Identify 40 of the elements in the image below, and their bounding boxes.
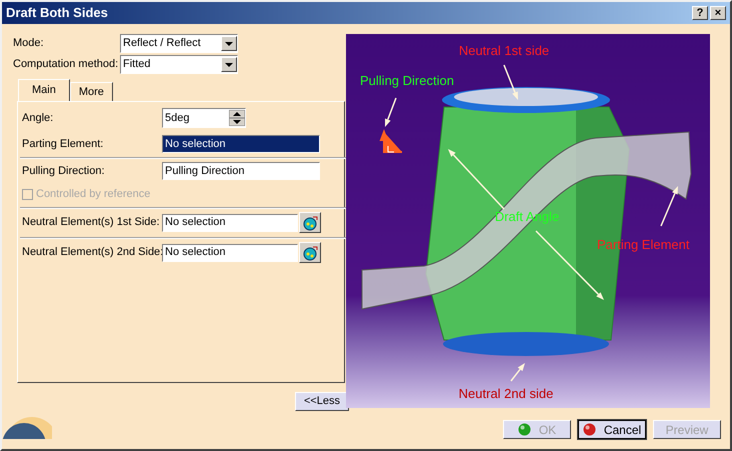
callout-label: Pulling Direction [360, 73, 454, 88]
cancel-button[interactable]: Cancel [578, 420, 646, 439]
leader-arrow [510, 363, 525, 382]
pointer-bag-icon [302, 244, 318, 260]
field-label: Pulling Direction: [22, 164, 106, 179]
spin-field[interactable]: 5deg [162, 108, 246, 128]
leader-arrow [448, 149, 505, 210]
field-label: Parting Element: [22, 136, 104, 152]
status-light-icon [518, 423, 531, 436]
field-label: Computation method: [13, 57, 120, 72]
tab[interactable]: Main [18, 79, 70, 101]
callout-label: Neutral 2nd side [458, 386, 554, 401]
input-field[interactable]: No selection [162, 135, 320, 153]
selection-button[interactable] [299, 242, 321, 263]
dropdown[interactable]: Reflect / Reflect [120, 34, 238, 53]
checkbox-label: Controlled by reference [36, 186, 150, 202]
leader-arrow [385, 98, 397, 127]
dropdown[interactable]: Fitted [120, 55, 238, 74]
leader-arrow [503, 64, 518, 100]
field-label: Neutral Element(s) 1st Side: [22, 215, 161, 230]
caret-icon [225, 42, 233, 46]
leader-arrow [660, 186, 678, 226]
field-label: Mode: [13, 36, 45, 52]
pointer-bag-icon [302, 214, 318, 230]
field-label: Neutral Element(s) 2nd Side: [22, 245, 162, 260]
tab[interactable]: More [70, 82, 113, 101]
window-title: Draft Both Sides [6, 4, 108, 22]
axis-icon [380, 131, 403, 153]
close-button[interactable]: × [710, 6, 726, 20]
input-field[interactable]: No selection [162, 214, 298, 232]
spin-arrows-icon [229, 110, 245, 126]
status-light-icon [582, 423, 596, 436]
input-field[interactable]: Pulling Direction [162, 162, 320, 180]
less-button[interactable]: <<Less [295, 392, 349, 411]
callout-label: Neutral 1st side [458, 43, 550, 58]
help-button[interactable]: ? [692, 6, 708, 20]
selection-button[interactable] [299, 212, 321, 233]
input-field[interactable]: No selection [162, 244, 298, 262]
caret-icon [225, 62, 233, 66]
field-label: Angle: [22, 110, 54, 126]
